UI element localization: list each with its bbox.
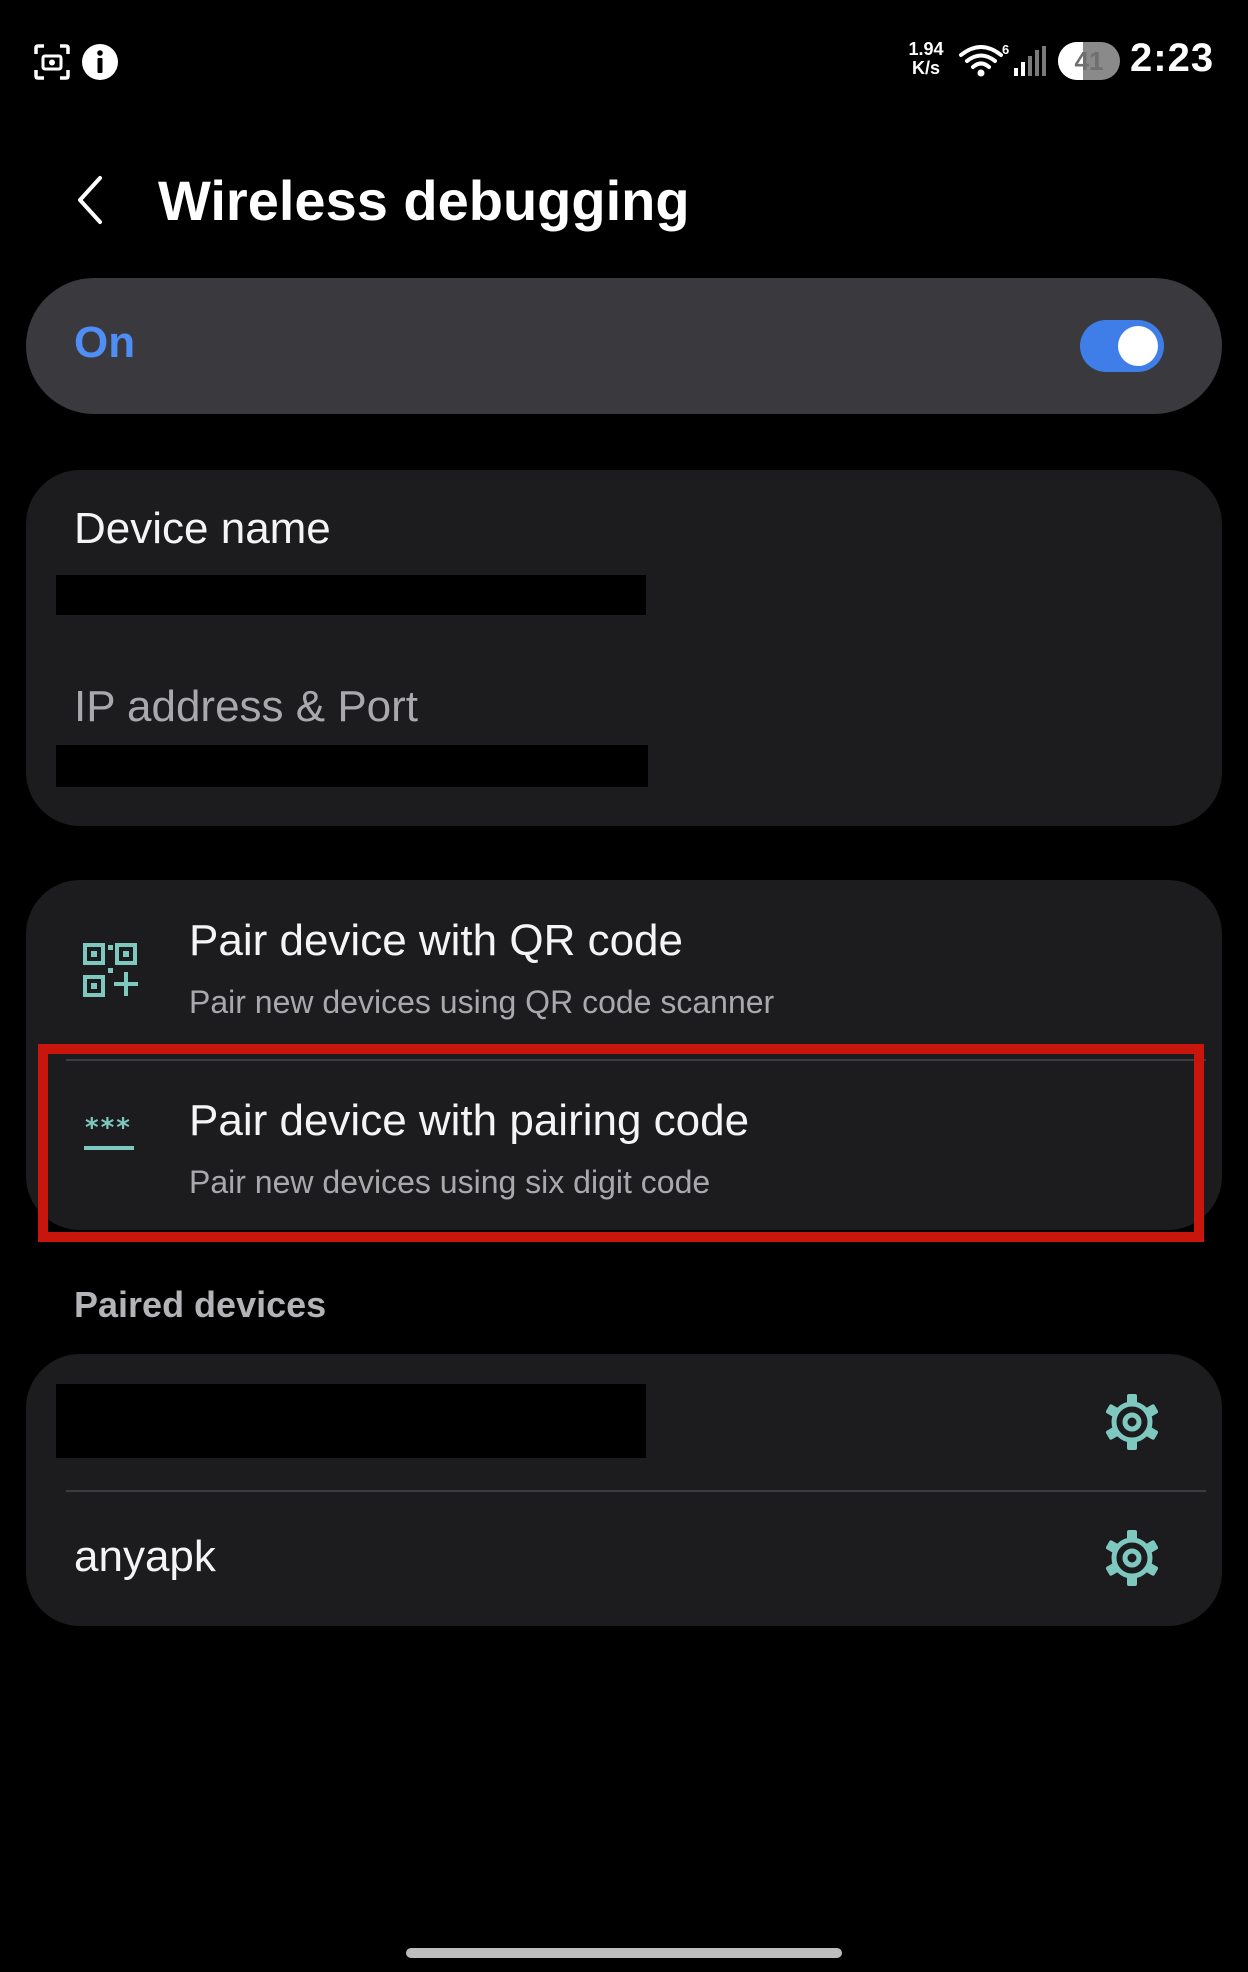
page-title: Wireless debugging bbox=[158, 169, 690, 232]
divider bbox=[66, 1059, 1206, 1061]
paired-device-row[interactable] bbox=[26, 1354, 1222, 1490]
pair-qr-title: Pair device with QR code bbox=[189, 916, 683, 965]
info-icon bbox=[82, 44, 118, 80]
paired-device-redacted bbox=[56, 1384, 646, 1458]
ip-port-redacted bbox=[56, 745, 648, 787]
master-switch-label: On bbox=[74, 318, 136, 367]
cell-signal-icon bbox=[1014, 46, 1046, 76]
network-speed-unit: K/s bbox=[911, 58, 940, 78]
paired-devices-card: anyapk bbox=[26, 1354, 1222, 1626]
chevron-left-icon[interactable] bbox=[62, 170, 122, 230]
home-indicator[interactable] bbox=[406, 1948, 842, 1958]
clock: 2:23 bbox=[1130, 36, 1215, 80]
svg-text:***: *** bbox=[84, 1113, 131, 1143]
ip-port-label: IP address & Port bbox=[74, 682, 419, 731]
pair-code-title: Pair device with pairing code bbox=[189, 1096, 750, 1145]
pair-code-subtitle: Pair new devices using six digit code bbox=[189, 1164, 711, 1200]
app-bar: Wireless debugging bbox=[0, 150, 1248, 260]
wifi-badge: 6 bbox=[1002, 42, 1009, 57]
pairing-code-icon: *** bbox=[84, 1113, 134, 1150]
status-bar: 1.94 K/s 6 41 2:23 bbox=[0, 0, 1248, 120]
qr-add-icon bbox=[83, 943, 138, 997]
paired-device-row[interactable]: anyapk bbox=[26, 1492, 1222, 1626]
master-switch-bar[interactable]: On bbox=[26, 278, 1222, 414]
device-name-redacted bbox=[56, 575, 646, 615]
gear-icon[interactable] bbox=[1102, 1392, 1162, 1452]
wifi-icon: 6 bbox=[959, 42, 1009, 77]
pair-qr-subtitle: Pair new devices using QR code scanner bbox=[189, 984, 775, 1020]
paired-device-name: anyapk bbox=[74, 1532, 216, 1581]
toggle-knob bbox=[1118, 326, 1158, 366]
gear-icon[interactable] bbox=[1102, 1528, 1162, 1588]
screenshot-scan-icon bbox=[34, 44, 70, 80]
master-toggle[interactable] bbox=[1080, 320, 1164, 372]
pair-code-row[interactable]: *** Pair device with pairing code Pair n… bbox=[26, 1062, 1222, 1230]
device-info-card: Device name IP address & Port bbox=[26, 470, 1222, 826]
battery-indicator: 41 bbox=[1058, 42, 1120, 80]
paired-devices-header: Paired devices bbox=[74, 1284, 327, 1325]
device-name-label: Device name bbox=[74, 504, 331, 553]
network-speed-value: 1.94 bbox=[908, 39, 944, 59]
pair-qr-row[interactable]: Pair device with QR code Pair new device… bbox=[26, 880, 1222, 1056]
network-speed: 1.94 K/s bbox=[904, 40, 948, 78]
battery-level: 41 bbox=[1074, 46, 1104, 76]
pairing-card: Pair device with QR code Pair new device… bbox=[26, 880, 1222, 1230]
